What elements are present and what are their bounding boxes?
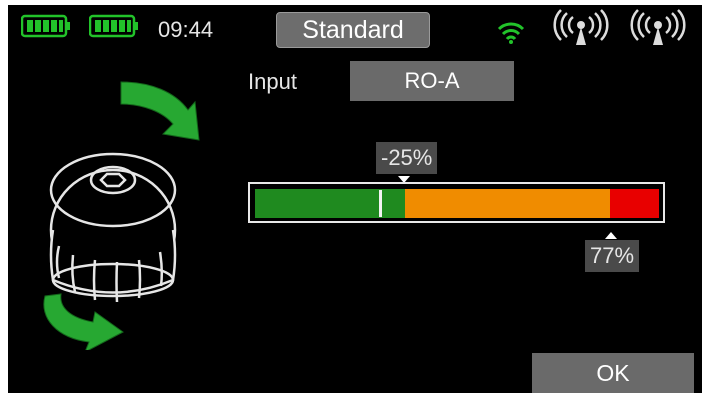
mode-button[interactable]: Standard: [276, 12, 430, 48]
bar-position-cursor: [379, 190, 382, 217]
antenna-icon: [630, 9, 686, 45]
max-marker-caret-icon: [605, 232, 617, 239]
clock: 09:44: [158, 17, 214, 42]
bar-segment-red: [610, 189, 659, 218]
bar-segment-orange: [405, 189, 610, 218]
max-value-label: 77%: [585, 240, 640, 272]
input-select-button[interactable]: RO-A: [350, 61, 514, 101]
ok-button[interactable]: OK: [532, 353, 694, 393]
rotary-knob-icon: [43, 81, 200, 350]
rotate-arrow-icon: [120, 81, 200, 141]
antenna-icon: [553, 9, 609, 45]
rotate-arrow-icon: [43, 293, 124, 350]
screen: 09:44 Standard Input RO-A -25% 77% OK: [8, 5, 702, 393]
battery-icon: [89, 14, 138, 38]
bar-segment-green: [255, 189, 405, 218]
wifi-icon: [497, 22, 525, 44]
trim-value-label: -25%: [376, 142, 438, 174]
input-label: Input: [248, 69, 297, 94]
battery-icon: [21, 14, 70, 38]
